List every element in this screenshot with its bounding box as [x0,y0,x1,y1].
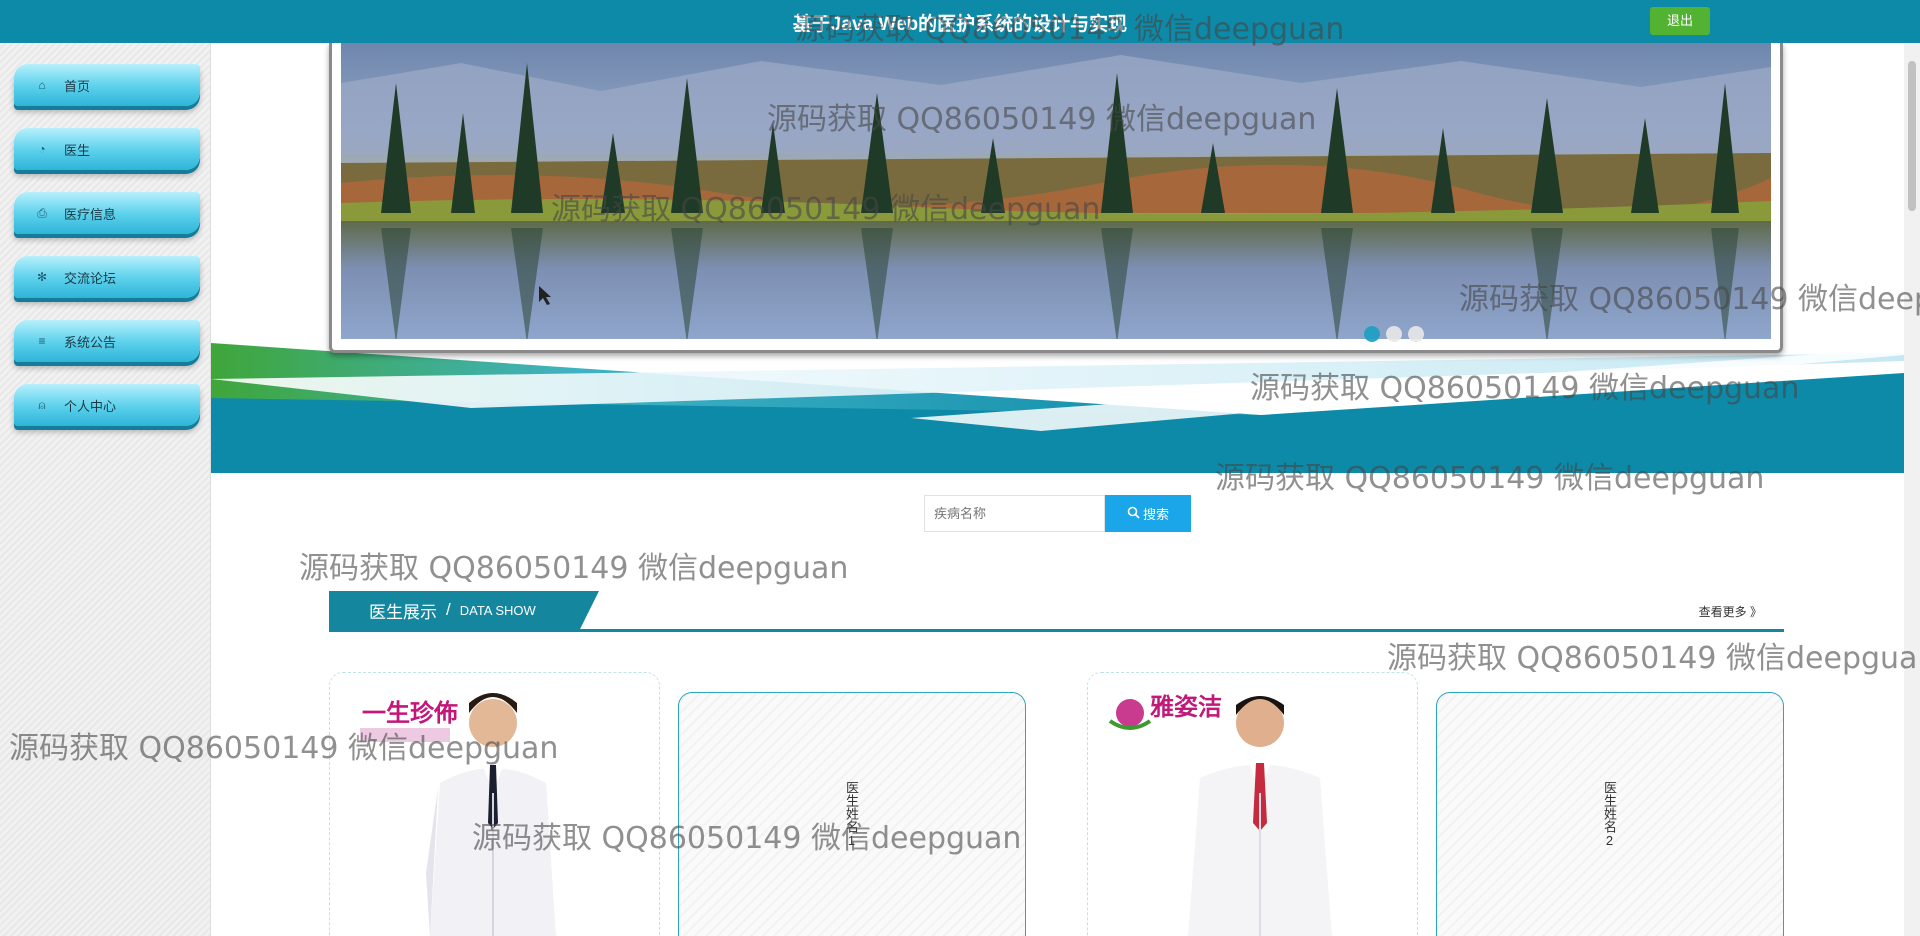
sidebar-item-label: 系统公告 [64,334,117,350]
sidebar-item-doctor[interactable]: ◔ 医生 [14,128,200,170]
printer-icon: ⎙ [37,205,47,220]
section-title-separator: / [446,600,451,619]
doctor-info-card-1[interactable]: 医生姓名1 [678,692,1026,936]
carousel-indicators [1364,326,1424,342]
sidebar-item-label: 个人中心 [64,398,117,414]
sidebar-item-announcements[interactable]: ≡ 系统公告 [14,320,200,362]
page-title: 基于Java Web的医护系统的设计与实现 [792,14,1128,35]
watermark-text: 源码获取 QQ86050149 微信deepguan [1387,641,1920,676]
banner-image-lake-forest[interactable] [341,43,1771,339]
sidebar-item-label: 首页 [64,78,91,94]
sidebar-item-profile[interactable]: ⍝ 个人中心 [14,384,200,426]
user-icon: ⍝ [38,397,46,412]
disease-search-input[interactable] [924,495,1105,532]
vertical-scrollbar[interactable] [1904,43,1920,936]
brand-logo-2: 雅姿洁 [1150,693,1222,721]
carousel-dot-1[interactable] [1364,326,1380,342]
section-title-tab: 医生展示 / DATA SHOW [329,591,599,629]
view-more-link[interactable]: 查看更多 》 [1699,603,1762,620]
sidebar-item-home[interactable]: ⌂ 首页 [14,64,200,106]
sidebar-item-forum[interactable]: ✻ 交流论坛 [14,256,200,298]
snowflake-icon: ✻ [36,270,48,284]
sidebar-item-label: 医生 [64,142,91,158]
doctor-photo-1: 一生珍佈 [330,673,659,936]
watermark-text: 源码获取 QQ86050149 微信deepguan [299,551,849,586]
doctor-info-card-2[interactable]: 医生姓名2 [1436,692,1784,936]
sliders-icon: ≡ [38,334,46,348]
section-title-zh: 医生展示 [369,602,437,622]
search-icon [1127,506,1140,522]
landscape-image [341,43,1771,339]
sidebar: ⌂ 首页 ◔ 医生 ⎙ 医疗信息 ✻ 交流论坛 ≡ 系统公告 ⍝ 个人中心 [0,43,211,936]
doctor-photo-card-2[interactable]: 雅姿洁 [1087,672,1418,936]
brand-logo-1: 一生珍佈 [362,699,458,727]
scrollbar-thumb[interactable] [1908,61,1916,211]
gauge-icon: ◔ [38,142,46,156]
home-icon: ⌂ [38,78,46,92]
doctor-name-2: 医生姓名2 [1602,781,1617,848]
sidebar-item-label: 医疗信息 [64,206,117,222]
hero-section [211,43,1904,473]
logout-button[interactable]: 退出 [1650,7,1710,35]
banner-frame [329,43,1783,353]
doctor-photo-card-1[interactable]: 一生珍佈 [329,672,660,936]
top-header: 基于Java Web的医护系统的设计与实现 退出 [0,0,1920,43]
section-title-en: DATA SHOW [459,602,536,618]
sidebar-item-label: 交流论坛 [64,270,117,286]
sidebar-item-medical-info[interactable]: ⎙ 医疗信息 [14,192,200,234]
carousel-dot-2[interactable] [1386,326,1402,342]
doctor-name-1: 医生姓名1 [844,781,859,848]
search-button[interactable]: 搜索 [1105,495,1191,532]
doctor-showcase-header: 医生展示 / DATA SHOW 查看更多 》 [329,591,1784,632]
carousel-dot-3[interactable] [1408,326,1424,342]
doctor-photo-2: 雅姿洁 [1088,673,1417,936]
search-button-label: 搜索 [1142,507,1169,522]
